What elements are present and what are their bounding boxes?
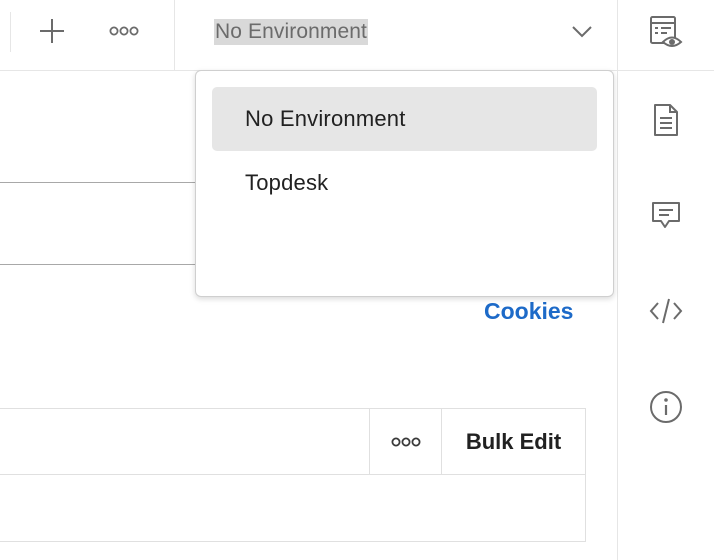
chevron-down-icon [572, 26, 592, 38]
documentation-icon [654, 104, 678, 136]
documentation-button[interactable] [648, 102, 684, 138]
comments-icon [652, 202, 680, 228]
tab-options-button[interactable] [104, 13, 144, 49]
params-table: Bulk Edit [0, 408, 586, 542]
more-horizontal-icon [109, 26, 139, 36]
field-border [0, 182, 196, 183]
code-icon [649, 298, 683, 324]
top-toolbar: No Environment [0, 0, 714, 71]
environment-quick-look-button[interactable] [646, 12, 686, 52]
toolbar-divider [10, 12, 11, 52]
cookies-link[interactable]: Cookies [484, 298, 573, 325]
comments-button[interactable] [648, 197, 684, 233]
field-border [0, 264, 196, 265]
toolbar-divider [174, 0, 175, 71]
info-icon [650, 391, 682, 423]
environment-selector-value: No Environment [214, 19, 368, 45]
code-button[interactable] [648, 293, 684, 329]
params-table-row [0, 476, 585, 541]
info-button[interactable] [648, 389, 684, 425]
environment-option-no-environment[interactable]: No Environment [212, 87, 597, 151]
right-sidebar [617, 71, 714, 560]
params-table-header: Bulk Edit [0, 409, 585, 475]
new-tab-button[interactable] [34, 13, 70, 49]
environment-dropdown: No Environment Topdesk [195, 70, 614, 297]
params-more-button[interactable] [369, 409, 442, 475]
environment-quick-look-icon [650, 16, 683, 47]
more-horizontal-icon [391, 437, 420, 447]
plus-icon [40, 19, 64, 43]
environment-selector[interactable]: No Environment [196, 10, 606, 54]
toolbar-divider [617, 0, 618, 71]
bulk-edit-button[interactable]: Bulk Edit [442, 409, 585, 475]
environment-option-topdesk[interactable]: Topdesk [212, 151, 597, 215]
